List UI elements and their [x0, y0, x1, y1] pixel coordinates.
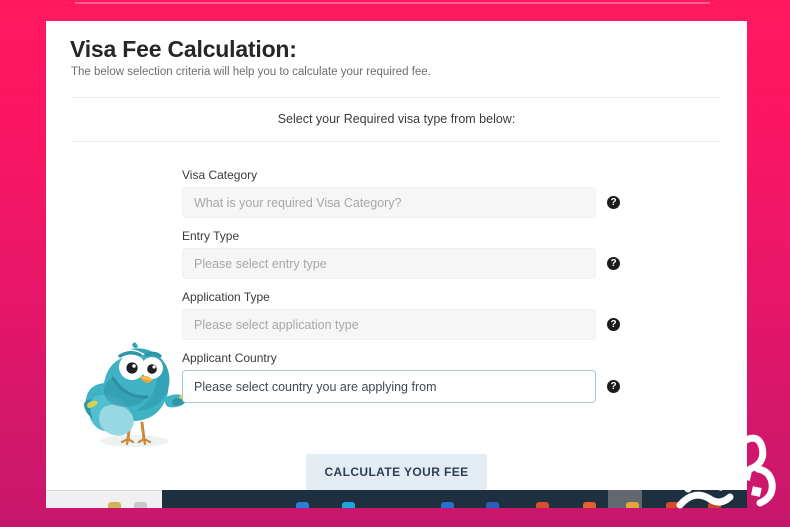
taskbar-icon-2[interactable] — [134, 502, 147, 508]
taskbar-icon-5[interactable] — [441, 502, 454, 508]
desktop-taskbar — [46, 490, 747, 508]
page-subtitle: The below selection criteria will help y… — [71, 66, 431, 78]
page-title: Visa Fee Calculation: — [70, 36, 297, 62]
visa-category-input[interactable] — [182, 187, 596, 218]
taskbar-icon-1[interactable] — [108, 502, 121, 508]
application-type-help-question-mark-circle-icon[interactable]: ? — [607, 318, 620, 331]
taskbar-icon-10[interactable] — [666, 502, 679, 508]
page-root: Visa Fee Calculation: The below selectio… — [0, 0, 790, 527]
section-prompt: Select your Required visa type from belo… — [277, 112, 516, 126]
field-label-visa-category: Visa Category — [182, 168, 258, 182]
blue-bird-mascot-icon — [70, 337, 194, 457]
visa-form: Visa Category ? Entry Type ? Application… — [182, 168, 652, 414]
taskbar-dark-section[interactable] — [162, 490, 747, 508]
taskbar-icon-3[interactable] — [296, 502, 309, 508]
entry-type-help-question-mark-circle-icon[interactable]: ? — [607, 257, 620, 270]
field-application-type: Application Type ? — [182, 290, 652, 340]
taskbar-icon-9[interactable] — [626, 502, 639, 508]
visa-category-help-question-mark-circle-icon[interactable]: ? — [607, 196, 620, 209]
field-label-applicant-country: Applicant Country — [182, 351, 277, 365]
field-applicant-country: Applicant Country ? — [182, 351, 652, 403]
submit-row: CALCULATE YOUR FEE — [46, 454, 747, 490]
divider-bottom — [71, 141, 721, 142]
applicant-country-input[interactable] — [182, 370, 596, 403]
application-type-input[interactable] — [182, 309, 596, 340]
taskbar-icon-8[interactable] — [583, 502, 596, 508]
taskbar-icon-7[interactable] — [536, 502, 549, 508]
field-label-entry-type: Entry Type — [182, 229, 240, 243]
divider-top — [71, 97, 721, 98]
field-label-application-type: Application Type — [182, 290, 270, 304]
entry-type-input[interactable] — [182, 248, 596, 279]
applicant-country-help-question-mark-circle-icon[interactable]: ? — [607, 380, 620, 393]
calculate-fee-button[interactable]: CALCULATE YOUR FEE — [306, 454, 487, 490]
top-hairline — [75, 2, 710, 4]
taskbar-icon-11[interactable] — [708, 502, 721, 508]
visa-fee-card: Visa Fee Calculation: The below selectio… — [46, 21, 747, 499]
field-entry-type: Entry Type ? — [182, 229, 652, 279]
taskbar-icon-6[interactable] — [486, 502, 499, 508]
field-visa-category: Visa Category ? — [182, 168, 652, 218]
taskbar-icon-4[interactable] — [342, 502, 355, 508]
